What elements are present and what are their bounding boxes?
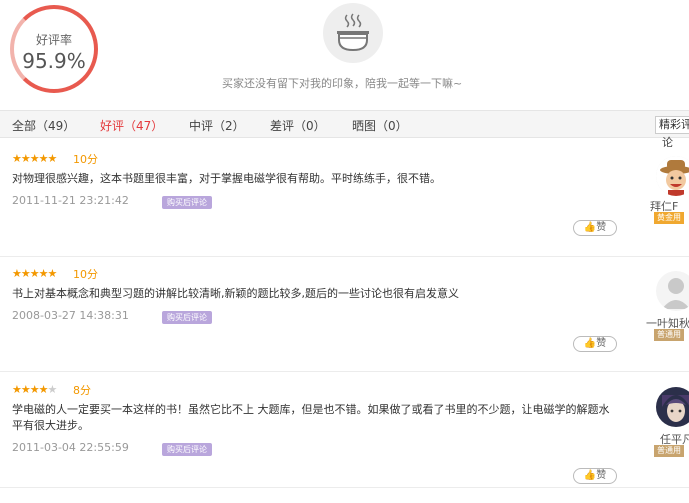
review-page: 好评率 95.9% 买家还没有留下对我的印象，陪我一起等一下嘛~ 全部（49） …	[0, 0, 689, 503]
review-item: ★★★★★ 10分 书上对基本概念和典型习题的讲解比较清晰,新颖的题比较多,题后…	[0, 257, 689, 372]
review-text: 学电磁的人一定要买一本这样的书！虽然它比不上 大题库，但是也不错。如果做了或看了…	[12, 403, 610, 432]
user-level-badge: 普通用	[654, 329, 684, 341]
anime-avatar-icon[interactable]	[656, 387, 689, 427]
review-date: 2011-11-21 23:21:42	[12, 194, 129, 207]
review-date: 2008-03-27 14:38:31	[12, 309, 129, 322]
thumbs-up-icon: 👍	[583, 470, 597, 481]
review-score: 8分	[73, 384, 91, 397]
like-button[interactable]: 👍赞	[573, 336, 617, 352]
star-rating: ★★★★★	[12, 152, 57, 165]
default-user-avatar-icon[interactable]	[656, 271, 689, 311]
like-button[interactable]: 👍赞	[573, 468, 617, 484]
good-rate-label: 好评率	[35, 33, 72, 47]
cowboy-avatar-icon[interactable]	[656, 156, 689, 196]
bowl-icon	[323, 3, 383, 63]
tab-photos[interactable]: 晒图（0）	[352, 117, 408, 134]
review-filter-tabs: 全部（49） 好评（47） 中评（2） 差评（0） 晒图（0） 精彩评	[0, 110, 689, 138]
purchased-badge: 购买后评论	[162, 311, 212, 324]
rating-header: 好评率 95.9% 买家还没有留下对我的印象，陪我一起等一下嘛~	[0, 0, 689, 110]
like-button[interactable]: 👍赞	[573, 220, 617, 236]
review-score: 10分	[73, 153, 98, 166]
good-rate-circle: 好评率 95.9%	[10, 5, 98, 93]
good-rate-value: 95.9%	[22, 49, 86, 73]
tab-positive[interactable]: 好评（47）	[100, 117, 163, 134]
star-rating: ★★★★★	[12, 267, 57, 280]
user-level-badge: 普通用	[654, 445, 684, 457]
star-rating: ★★★★★	[12, 383, 57, 396]
review-item: ★★★★★ 10分 对物理很感兴趣，这本书题里很丰富，对于掌握电磁学很有帮助。平…	[0, 142, 689, 257]
purchased-badge: 购买后评论	[162, 443, 212, 456]
thumbs-up-icon: 👍	[583, 338, 597, 349]
tab-neutral[interactable]: 中评（2）	[189, 117, 245, 134]
purchased-badge: 购买后评论	[162, 196, 212, 209]
sort-featured-button[interactable]: 精彩评	[655, 116, 689, 134]
tab-negative[interactable]: 差评（0）	[270, 117, 326, 134]
user-level-badge: 黄金用	[654, 212, 684, 224]
review-date: 2011-03-04 22:55:59	[12, 441, 129, 454]
review-item: ★★★★★ 8分 学电磁的人一定要买一本这样的书！虽然它比不上 大题库，但是也不…	[0, 373, 689, 488]
tab-all[interactable]: 全部（49）	[12, 117, 75, 134]
empty-impression-message: 买家还没有留下对我的印象，陪我一起等一下嘛~	[222, 77, 463, 90]
review-text: 书上对基本概念和典型习题的讲解比较清晰,新颖的题比较多,题后的一些讨论也很有启发…	[12, 287, 459, 300]
review-score: 10分	[73, 268, 98, 281]
thumbs-up-icon: 👍	[583, 222, 597, 233]
review-text: 对物理很感兴趣，这本书题里很丰富，对于掌握电磁学很有帮助。平时练练手，很不错。	[12, 172, 441, 185]
